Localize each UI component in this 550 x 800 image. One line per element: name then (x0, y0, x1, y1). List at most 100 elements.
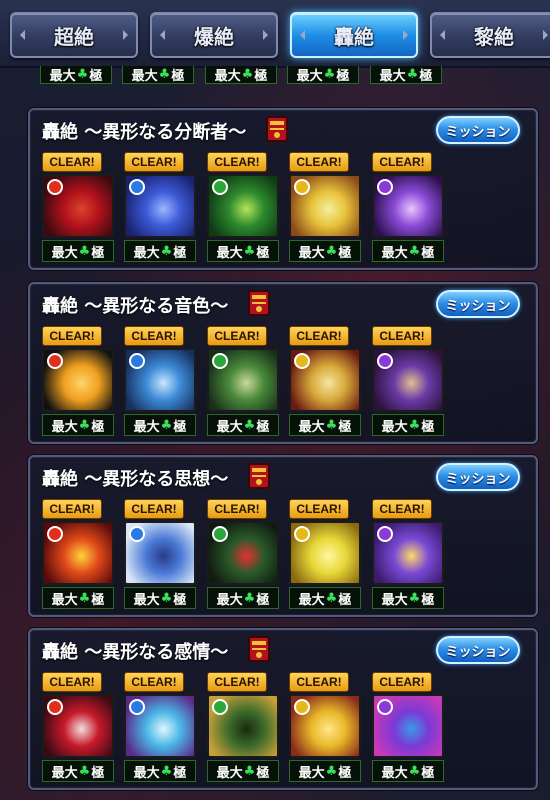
max-luck-label: 最大 ♣ 極 (42, 240, 114, 262)
clover-icon: ♣ (78, 763, 91, 779)
mission-button[interactable]: ミッション (436, 463, 520, 491)
fire-element-icon (47, 699, 63, 715)
clover-icon: ♣ (243, 763, 256, 779)
monster-slot[interactable]: CLEAR! 最大 ♣ 極 (289, 326, 361, 438)
max-luck-label: 最大 ♣ 極 (372, 760, 444, 782)
monster-portrait[interactable] (289, 174, 361, 238)
tab-reizetsu[interactable]: 黎絶 (430, 12, 550, 58)
clover-icon: ♣ (160, 590, 173, 606)
max-label-suffix: 極 (173, 592, 187, 608)
max-label-prefix: 最大 (381, 592, 408, 608)
monster-slot[interactable]: CLEAR! 最大 ♣ 極 (372, 499, 444, 611)
monster-slot[interactable]: CLEAR! 最大 ♣ 極 (289, 672, 361, 784)
water-element-icon (129, 526, 145, 542)
monster-slot[interactable]: CLEAR! 最大 ♣ 極 (124, 326, 196, 438)
max-luck-label: 最大 ♣ 極 (42, 760, 114, 782)
monster-slot[interactable]: CLEAR! 最大 ♣ 極 (207, 672, 279, 784)
monster-portrait[interactable] (124, 348, 196, 412)
monster-slot[interactable]: CLEAR! 最大 ♣ 極 (207, 152, 279, 264)
tab-label: 爆絶 (194, 24, 234, 49)
clear-badge: CLEAR! (372, 499, 432, 519)
monster-portrait[interactable] (124, 694, 196, 758)
tab-bar: 超絶 爆絶 轟絶 黎絶 (0, 0, 550, 68)
monster-portrait[interactable] (372, 521, 444, 585)
quest-panel[interactable]: 轟絶 ～異形なる音色～ ミッション CLEAR! 最大 ♣ 極 CLEAR! 最大 ♣ 極 CLEA… (28, 282, 538, 444)
monster-portrait[interactable] (42, 521, 114, 585)
light-element-icon (294, 699, 310, 715)
tab-bakuzetsu[interactable]: 爆絶 (150, 12, 278, 58)
quest-title: 轟絶 ～異形なる感情～ (42, 642, 229, 663)
mission-button[interactable]: ミッション (436, 116, 520, 144)
quest-panel[interactable]: 轟絶 ～異形なる分断者～ ミッション CLEAR! 最大 ♣ 極 CLEAR! 最大 ♣ 極 CLE… (28, 108, 538, 270)
max-luck-label: 最大 ♣ 極 (124, 240, 196, 262)
monster-portrait[interactable] (289, 348, 361, 412)
clover-icon: ♣ (78, 417, 91, 433)
max-label-suffix: 極 (173, 419, 187, 435)
max-label-prefix: 最大 (51, 245, 78, 261)
clover-icon: ♣ (325, 763, 338, 779)
max-luck-label: 最大 ♣ 極 (124, 414, 196, 436)
max-label-suffix: 極 (336, 69, 350, 84)
monster-portrait[interactable] (207, 694, 279, 758)
quest-panel[interactable]: 轟絶 ～異形なる思想～ ミッション CLEAR! 最大 ♣ 極 CLEAR! 最大 ♣ 極 CLEA… (28, 455, 538, 617)
max-label-prefix: 最大 (298, 765, 325, 781)
monster-slot[interactable]: CLEAR! 最大 ♣ 極 (42, 152, 114, 264)
monster-slot[interactable]: CLEAR! 最大 ♣ 極 (42, 672, 114, 784)
quest-panel[interactable]: 轟絶 ～異形なる感情～ ミッション CLEAR! 最大 ♣ 極 CLEAR! 最大 ♣ 極 CLEA… (28, 628, 538, 790)
mission-button[interactable]: ミッション (436, 636, 520, 664)
monster-slot[interactable]: CLEAR! 最大 ♣ 極 (42, 499, 114, 611)
monster-slot[interactable]: CLEAR! 最大 ♣ 極 (207, 326, 279, 438)
monster-portrait[interactable] (42, 174, 114, 238)
monster-portrait[interactable] (289, 694, 361, 758)
fire-element-icon (47, 353, 63, 369)
monster-portrait[interactable] (207, 521, 279, 585)
monster-portrait[interactable] (124, 521, 196, 585)
tab-label: 轟絶 (334, 24, 374, 49)
monster-slot[interactable]: CLEAR! 最大 ♣ 極 (372, 152, 444, 264)
clover-icon: ♣ (243, 243, 256, 259)
tab-chozetsu[interactable]: 超絶 (10, 12, 138, 58)
monster-portrait[interactable] (372, 174, 444, 238)
clear-badge: CLEAR! (42, 499, 102, 519)
monster-portrait[interactable] (289, 521, 361, 585)
monster-portrait[interactable] (124, 174, 196, 238)
clear-badge: CLEAR! (289, 152, 349, 172)
mission-button[interactable]: ミッション (436, 290, 520, 318)
clover-icon: ♣ (408, 590, 421, 606)
clear-badge: CLEAR! (372, 672, 432, 692)
max-label-suffix: 極 (256, 592, 270, 608)
clear-badge: CLEAR! (207, 326, 267, 346)
tab-gouzetsu[interactable]: 轟絶 (290, 12, 418, 58)
max-label-suffix: 極 (421, 765, 435, 781)
dark-element-icon (377, 353, 393, 369)
clover-icon: ♣ (158, 67, 171, 82)
monster-slot[interactable]: CLEAR! 最大 ♣ 極 (124, 672, 196, 784)
clover-icon: ♣ (406, 67, 419, 82)
dark-element-icon (377, 179, 393, 195)
monster-portrait[interactable] (42, 348, 114, 412)
monster-portrait[interactable] (372, 348, 444, 412)
monster-portrait[interactable] (372, 694, 444, 758)
monster-slot[interactable]: CLEAR! 最大 ♣ 極 (207, 499, 279, 611)
max-label-prefix: 最大 (51, 419, 78, 435)
max-label-suffix: 極 (173, 765, 187, 781)
monster-slot[interactable]: CLEAR! 最大 ♣ 極 (124, 499, 196, 611)
monster-slot[interactable]: CLEAR! 最大 ♣ 極 (289, 499, 361, 611)
monster-slot[interactable]: CLEAR! 最大 ♣ 極 (124, 152, 196, 264)
monster-slot[interactable]: CLEAR! 最大 ♣ 極 (372, 672, 444, 784)
monster-portrait[interactable] (207, 348, 279, 412)
water-element-icon (129, 179, 145, 195)
monster-portrait[interactable] (207, 174, 279, 238)
monster-slot[interactable]: CLEAR! 最大 ♣ 極 (42, 326, 114, 438)
max-luck-label: 最大 ♣ 極 (372, 587, 444, 609)
max-luck-label: 最大 ♣ 極 (289, 760, 361, 782)
clear-badge: CLEAR! (42, 152, 102, 172)
monster-slot[interactable]: CLEAR! 最大 ♣ 極 (372, 326, 444, 438)
water-element-icon (129, 353, 145, 369)
quest-title: 轟絶 ～異形なる分断者～ (42, 122, 247, 143)
monster-slot[interactable]: CLEAR! 最大 ♣ 極 (289, 152, 361, 264)
max-label-suffix: 極 (421, 592, 435, 608)
max-label-suffix: 極 (421, 245, 435, 261)
monster-portrait[interactable] (42, 694, 114, 758)
book-icon (264, 114, 292, 144)
